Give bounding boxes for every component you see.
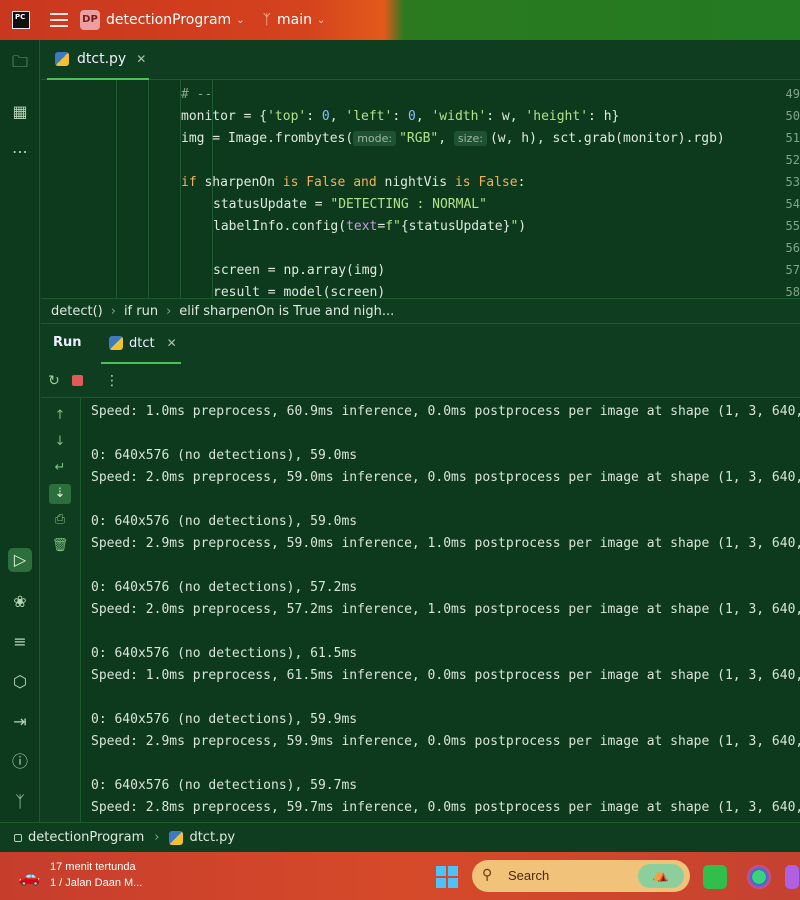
title-bar: PC DP detectionProgram ⌄ ᛉ main ⌄: [0, 0, 800, 40]
line-number: 53: [785, 175, 800, 189]
console-line: Speed: 2.9ms preprocess, 59.0ms inferenc…: [91, 536, 800, 551]
code-line: labelInfo.config(text=f"{statusUpdate}"): [213, 219, 527, 234]
console-line: 0: 640x576 (no detections), 59.9ms: [91, 712, 358, 727]
code-line: result = model(screen): [213, 285, 386, 298]
code-line: img = Image.frombytes(mode: "RGB", size:(…: [181, 131, 725, 146]
branch-selector[interactable]: main: [277, 12, 312, 28]
console-side-toolbar: ↑ ↓ ↵ ⇣ ⎙ 🗑: [41, 398, 81, 822]
line-number: 50: [785, 109, 800, 123]
search-placeholder: Search: [508, 868, 550, 883]
code-editor[interactable]: 49 # -- 50 monitor = {'top': 0, 'left': 0, …: [41, 80, 800, 298]
console-line: 0: 640x576 (no detections), 59.0ms: [91, 514, 358, 529]
code-line: monitor = {'top': 0, 'left': 0, 'width':…: [181, 109, 620, 124]
code-line: statusUpdate = "DETECTING : NORMAL": [213, 197, 487, 212]
app-icon-purple[interactable]: [785, 865, 799, 889]
console-output[interactable]: Speed: 1.0ms preprocess, 60.9ms inferenc…: [81, 398, 800, 822]
stop-button[interactable]: [69, 372, 87, 390]
project-badge: DP: [80, 10, 100, 30]
traffic-widget-line1[interactable]: 17 menit tertunda: [50, 861, 136, 873]
layers-icon[interactable]: ≡: [8, 630, 32, 654]
scroll-to-end-icon[interactable]: ⇣: [49, 484, 71, 504]
app-icon-green[interactable]: [703, 865, 727, 889]
code-line: screen = np.array(img): [213, 263, 386, 278]
folder-icon[interactable]: 🗀: [8, 50, 32, 74]
traffic-widget-line2[interactable]: 1 / Jalan Daan M...: [50, 877, 142, 889]
pycharm-logo: PC: [12, 11, 30, 29]
line-number: 54: [785, 197, 800, 211]
services-icon[interactable]: ⬡: [8, 670, 32, 694]
car-icon[interactable]: 🚗: [18, 866, 42, 887]
console-line: Speed: 1.0ms preprocess, 61.5ms inferenc…: [91, 668, 800, 683]
breadcrumb-item[interactable]: detect(): [51, 304, 103, 319]
git-branch-icon: ᛉ: [262, 12, 271, 28]
python-file-icon: [109, 336, 123, 350]
tab-dtct-py[interactable]: dtct.py ✕: [47, 40, 149, 80]
search-icon: ⚲: [482, 867, 493, 883]
chevron-down-icon[interactable]: ⌄: [236, 15, 244, 26]
console-line: Speed: 1.0ms preprocess, 60.9ms inferenc…: [91, 404, 800, 419]
breadcrumb-item[interactable]: if run: [124, 304, 158, 319]
console-line: 0: 640x576 (no detections), 59.0ms: [91, 448, 358, 463]
run-tool-icon[interactable]: ▷: [8, 548, 32, 572]
soft-wrap-icon[interactable]: ↵: [49, 458, 71, 478]
left-toolbar: 🗀 ▦ ⋯ ▷ ❀ ≡ ⬡ ⇥ ⓘ ᛉ: [0, 40, 40, 852]
more-icon[interactable]: ⋯: [8, 140, 32, 164]
console-line: 0: 640x576 (no detections), 59.7ms: [91, 778, 358, 793]
problems-icon[interactable]: ⓘ: [8, 750, 32, 774]
terminal-icon[interactable]: ⇥: [8, 710, 32, 734]
line-number: 58: [785, 285, 800, 298]
status-bar: detectionProgram › dtct.py: [0, 822, 800, 852]
chevron-down-icon[interactable]: ⌄: [317, 15, 325, 26]
console-line: Speed: 2.0ms preprocess, 57.2ms inferenc…: [91, 602, 800, 617]
line-number: 51: [785, 131, 800, 145]
run-panel-title: Run: [53, 335, 82, 350]
project-selector[interactable]: detectionProgram: [106, 12, 231, 28]
windows-start-icon[interactable]: [436, 866, 458, 888]
windows-taskbar: 🚗 17 menit tertunda 1 / Jalan Daan M... …: [0, 852, 800, 900]
line-number: 55: [785, 219, 800, 233]
main-menu-icon[interactable]: [50, 13, 68, 27]
project-icon: [14, 833, 22, 842]
breadcrumb-item[interactable]: elif sharpenOn is True and nigh...: [179, 304, 394, 319]
status-project[interactable]: detectionProgram: [28, 830, 144, 845]
close-icon[interactable]: ✕: [167, 336, 177, 350]
print-icon[interactable]: ⎙: [49, 510, 71, 530]
code-line: if sharpenOn is False and nightVis is Fa…: [181, 175, 526, 190]
browser-icon[interactable]: [747, 865, 771, 889]
taskbar-search[interactable]: ⚲ Search ⛺: [472, 860, 690, 892]
search-highlight-image: ⛺: [638, 864, 684, 888]
run-tab-label: dtct: [129, 335, 155, 351]
editor-tab-bar: dtct.py ✕: [41, 40, 800, 80]
rerun-icon[interactable]: ↻: [45, 372, 63, 390]
console-line: Speed: 2.0ms preprocess, 59.0ms inferenc…: [91, 470, 800, 485]
console-line: Speed: 2.8ms preprocess, 59.7ms inferenc…: [91, 800, 800, 815]
console-line: Speed: 2.9ms preprocess, 59.9ms inferenc…: [91, 734, 800, 749]
trash-icon[interactable]: 🗑: [49, 536, 71, 556]
stop-icon: [72, 375, 83, 386]
line-number: 57: [785, 263, 800, 277]
line-number: 52: [785, 153, 800, 167]
python-file-icon: [55, 52, 69, 66]
console-line: 0: 640x576 (no detections), 61.5ms: [91, 646, 358, 661]
python-console-icon[interactable]: ❀: [8, 590, 32, 614]
more-options-icon[interactable]: ⋮: [103, 372, 121, 390]
code-line: # --: [181, 87, 213, 102]
line-number: 56: [785, 241, 800, 255]
run-panel-header: Run dtct ✕: [41, 324, 800, 364]
line-number: 49: [785, 87, 800, 101]
git-icon[interactable]: ᛉ: [8, 790, 32, 814]
python-file-icon: [169, 830, 184, 845]
tab-label: dtct.py: [77, 51, 127, 67]
run-tab-dtct[interactable]: dtct ✕: [101, 324, 181, 364]
arrow-up-icon[interactable]: ↑: [49, 406, 71, 426]
breadcrumb: detect() › if run › elif sharpenOn is Tr…: [41, 298, 800, 324]
structure-icon[interactable]: ▦: [8, 100, 32, 124]
status-file[interactable]: dtct.py: [189, 830, 235, 845]
arrow-down-icon[interactable]: ↓: [49, 432, 71, 452]
run-toolbar: ↻ ⋮: [41, 364, 800, 398]
close-icon[interactable]: ✕: [136, 52, 146, 66]
console-line: 0: 640x576 (no detections), 57.2ms: [91, 580, 358, 595]
